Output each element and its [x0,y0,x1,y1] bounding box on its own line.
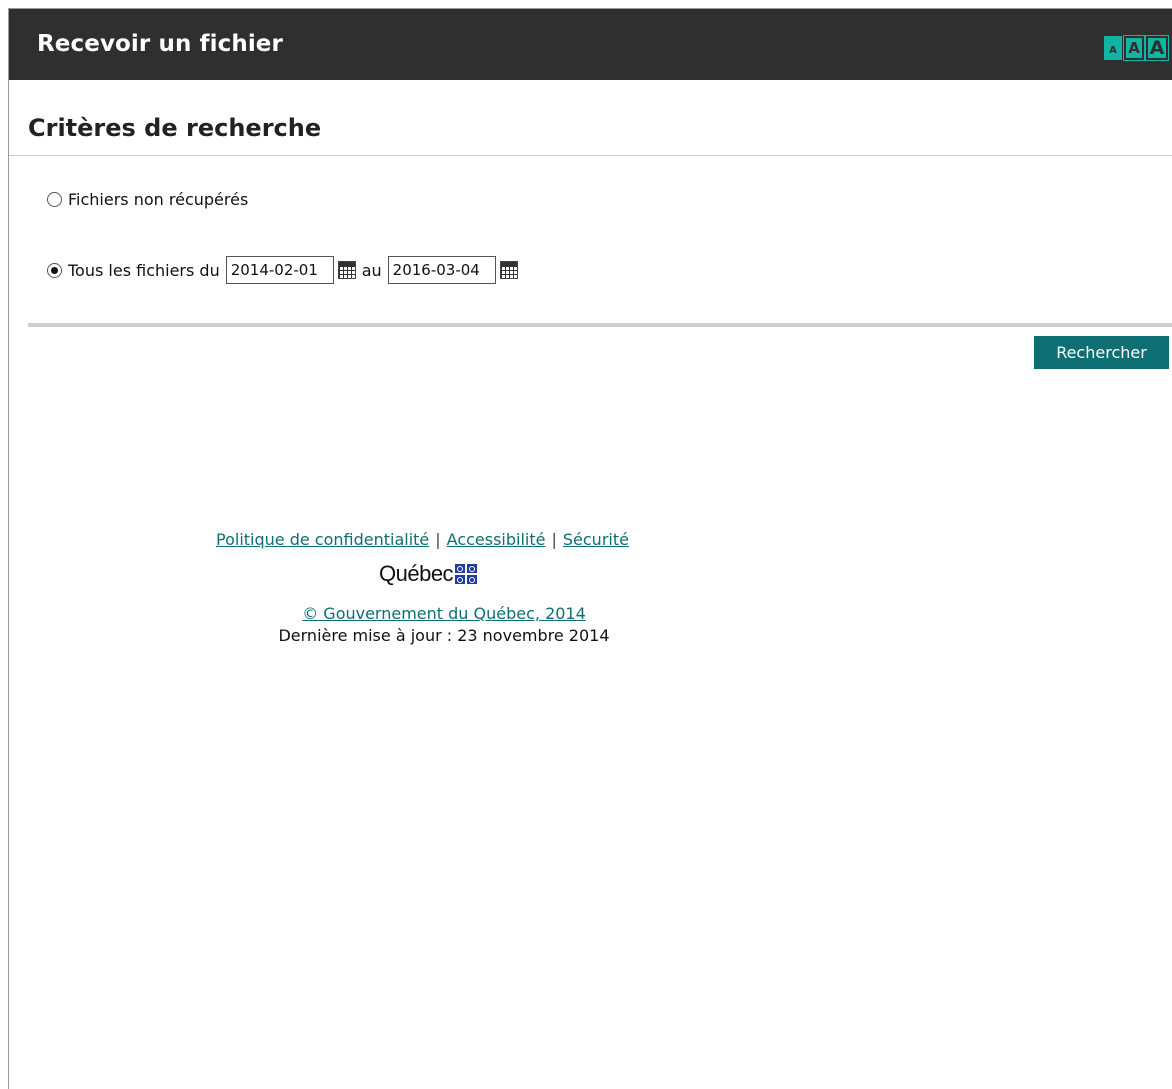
title-bar: Recevoir un fichier A A A [9,9,1172,80]
section-divider [9,155,1172,156]
date-from-input[interactable] [225,256,334,284]
option-unretrieved-row: Fichiers non récupérés [47,190,248,209]
option-range-row: Tous les fichiers du au [47,256,524,284]
footer-links: Politique de confidentialité | Accessibili… [216,530,629,549]
calendar-icon[interactable] [337,261,356,279]
font-size-large-button[interactable]: A [1145,35,1169,61]
calendar-icon[interactable] [499,261,518,279]
radio-unretrieved[interactable] [47,192,62,207]
page-title: Recevoir un fichier [37,31,283,57]
footer-separator: | [435,530,441,549]
quebec-flag-icon [455,564,478,584]
option-range-label[interactable]: Tous les fichiers du [68,261,220,280]
copyright-link[interactable]: © Gouvernement du Québec, 2014 [302,604,586,623]
date-to-input[interactable] [387,256,496,284]
privacy-link[interactable]: Politique de confidentialité [216,530,429,549]
footer-separator: | [551,530,557,549]
radio-range[interactable] [47,262,62,278]
copyright: © Gouvernement du Québec, 2014 [216,604,672,623]
accessibility-link[interactable]: Accessibilité [447,530,546,549]
logo-text: Québec [379,561,454,586]
option-unretrieved-label[interactable]: Fichiers non récupérés [68,190,248,209]
last-updated: Dernière mise à jour : 23 novembre 2014 [278,626,610,645]
font-size-controls: A A A [1104,35,1169,61]
font-size-small-button[interactable]: A [1104,36,1122,60]
form-divider [28,323,1172,327]
quebec-logo: Québec [379,561,478,587]
security-link[interactable]: Sécurité [563,530,629,549]
search-button[interactable]: Rechercher [1034,336,1169,369]
font-size-medium-button[interactable]: A [1123,35,1145,61]
to-label: au [361,260,382,280]
section-title: Critères de recherche [28,114,322,142]
